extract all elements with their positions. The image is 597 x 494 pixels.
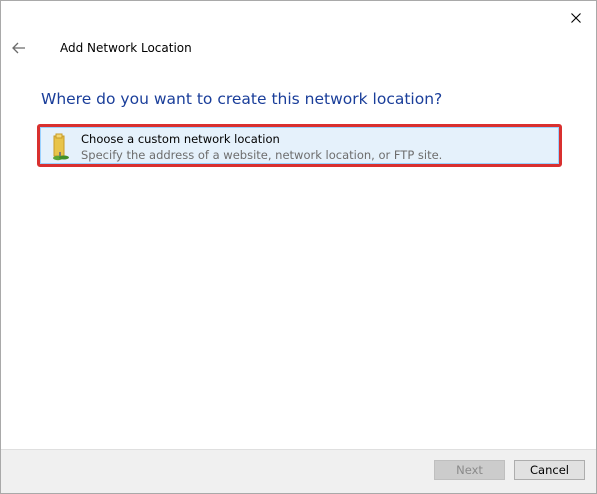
network-folder-icon (53, 133, 69, 161)
back-arrow-icon (12, 42, 25, 54)
option-description: Specify the address of a website, networ… (81, 148, 443, 162)
footer-bar: Next Cancel (1, 449, 596, 493)
page-heading: Where do you want to create this network… (41, 90, 443, 108)
option-custom-network-location[interactable]: Choose a custom network location Specify… (37, 124, 562, 167)
close-icon (571, 13, 581, 23)
back-button[interactable] (7, 37, 31, 59)
next-button[interactable]: Next (434, 460, 505, 480)
option-title: Choose a custom network location (81, 132, 280, 146)
wizard-title: Add Network Location (60, 41, 192, 55)
cancel-button[interactable]: Cancel (514, 460, 585, 480)
close-button[interactable] (562, 7, 590, 29)
add-network-location-window: Add Network Location Where do you want t… (0, 0, 597, 494)
